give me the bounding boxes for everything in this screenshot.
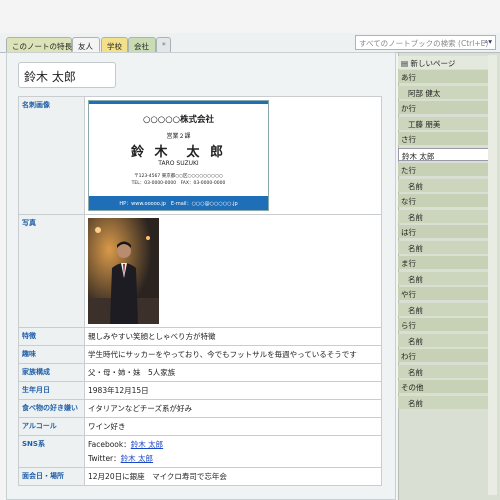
- row-value[interactable]: Facebook：鈴木 太郎 Twitter：鈴木 太郎: [84, 435, 382, 468]
- row-value[interactable]: 父・母・姉・妹 5人家族: [84, 363, 382, 382]
- table-row: 写真: [18, 214, 382, 328]
- business-card-image[interactable]: ○○○○○株式会社 営業２課 鈴 木 太 郎 TARO SUZUKI 〒123-…: [88, 100, 269, 211]
- tab-company[interactable]: 会社: [128, 37, 156, 52]
- contact-info-table: 名刺画像 ○○○○○株式会社 営業２課 鈴 木 太 郎 TARO SUZUKI …: [18, 96, 382, 486]
- card-footer: HP：www.ooooo.jp E-mail：○○○@○○○○○.jp: [89, 196, 268, 210]
- row-label: 面会日・場所: [18, 467, 85, 486]
- row-value: ○○○○○株式会社 営業２課 鈴 木 太 郎 TARO SUZUKI 〒123-…: [84, 96, 382, 215]
- page-item[interactable]: 名前: [398, 364, 497, 378]
- tab-label: 友人: [78, 42, 93, 51]
- row-label: 名刺画像: [18, 96, 85, 215]
- row-label: 特徴: [18, 327, 85, 346]
- twitter-prefix: Twitter：: [88, 454, 121, 463]
- page-item[interactable]: 名前: [398, 302, 497, 316]
- tab-notebook-features[interactable]: このノートの特長: [6, 37, 72, 52]
- page-group-item[interactable]: な行: [398, 194, 497, 207]
- tab-friends[interactable]: 友人: [72, 37, 100, 52]
- table-row: アルコール ワイン好き: [18, 417, 382, 436]
- table-row: 名刺画像 ○○○○○株式会社 営業２課 鈴 木 太 郎 TARO SUZUKI …: [18, 96, 382, 215]
- table-row: 特徴 親しみやすい笑顔としゃべり方が特徴: [18, 327, 382, 346]
- page-group-item[interactable]: や行: [398, 287, 497, 300]
- page-title[interactable]: 鈴木 太郎: [18, 62, 116, 88]
- table-row: 家族構成 父・母・姉・妹 5人家族: [18, 363, 382, 382]
- page-group-item[interactable]: さ行: [398, 132, 497, 145]
- row-value: [84, 214, 382, 328]
- page-group-item[interactable]: か行: [398, 101, 497, 114]
- page-group-item[interactable]: その他: [398, 380, 497, 393]
- card-address: 〒123-4567 東京都○○区○○○○○○○○○: [134, 174, 223, 179]
- card-company: ○○○○○株式会社: [142, 115, 215, 125]
- table-row: 食べ物の好き嫌い イタリアンなどチーズ系が好み: [18, 399, 382, 418]
- card-top-bar: [89, 101, 268, 104]
- search-placeholder: すべてのノートブックの検索 (Ctrl+E): [359, 39, 489, 48]
- tab-label: 会社: [134, 42, 149, 51]
- card-dept: 営業２課: [166, 133, 191, 140]
- page-item[interactable]: 名前: [398, 178, 497, 192]
- row-label: 写真: [18, 214, 85, 328]
- tab-school[interactable]: 学校: [101, 37, 128, 52]
- new-page-label: 新しいページ: [410, 59, 456, 68]
- row-value[interactable]: イタリアンなどチーズ系が好み: [84, 399, 382, 418]
- twitter-link[interactable]: 鈴木 太郎: [121, 454, 153, 463]
- row-label: 食べ物の好き嫌い: [18, 399, 85, 418]
- page-group-item[interactable]: は行: [398, 225, 497, 238]
- photo-illustration: [88, 218, 159, 324]
- facebook-line: Facebook：鈴木 太郎: [88, 439, 378, 450]
- row-label: SNS系: [18, 435, 85, 468]
- tab-label: 学校: [107, 42, 122, 51]
- facebook-link[interactable]: 鈴木 太郎: [131, 440, 163, 449]
- page-item[interactable]: 名前: [398, 209, 497, 223]
- row-label: 生年月日: [18, 381, 85, 400]
- table-row: SNS系 Facebook：鈴木 太郎 Twitter：鈴木 太郎: [18, 435, 382, 468]
- page-item[interactable]: 工藤 朋美: [398, 116, 497, 130]
- card-tel: TEL：03-0000-0000 FAX：03-0000-0000: [131, 180, 226, 186]
- page-group-item[interactable]: わ行: [398, 349, 497, 362]
- row-value[interactable]: 1983年12月15日: [84, 381, 382, 400]
- add-section-icon: *: [162, 41, 166, 50]
- search-input[interactable]: すべてのノートブックの検索 (Ctrl+E) ⌕▾: [355, 35, 496, 50]
- page-item[interactable]: 阿部 健太: [398, 85, 497, 99]
- table-row: 趣味 学生時代にサッカーをやっており、今でもフットサルを毎週やっているそうです: [18, 345, 382, 364]
- page-group-item[interactable]: た行: [398, 163, 497, 176]
- tab-label: このノートの特長: [12, 42, 72, 51]
- new-page-button[interactable]: ▤ 新しいページ: [398, 56, 497, 69]
- row-label: アルコール: [18, 417, 85, 436]
- page-item[interactable]: 名前: [398, 240, 497, 254]
- row-label: 趣味: [18, 345, 85, 364]
- page-item[interactable]: 名前: [398, 395, 497, 409]
- page-item[interactable]: 鈴木 太郎: [398, 147, 497, 161]
- tab-new-section[interactable]: *: [156, 37, 171, 52]
- card-address-block: 〒123-4567 東京都○○区○○○○○○○○○ TEL：03-0000-00…: [89, 174, 268, 188]
- search-icon[interactable]: ⌕▾: [484, 37, 492, 47]
- facebook-prefix: Facebook：: [88, 440, 131, 449]
- row-value[interactable]: ワイン好き: [84, 417, 382, 436]
- row-label: 家族構成: [18, 363, 85, 382]
- row-value[interactable]: 親しみやすい笑顔としゃべり方が特徴: [84, 327, 382, 346]
- person-photo[interactable]: [88, 218, 159, 324]
- onenote-window: このノートの特長 友人 学校 会社 * すべてのノートブックの検索 (Ctrl+…: [0, 0, 500, 500]
- row-value[interactable]: 学生時代にサッカーをやっており、今でもフットサルを毎週やっているそうです: [84, 345, 382, 364]
- page-group-item[interactable]: ま行: [398, 256, 497, 269]
- page-group-item[interactable]: あ行: [398, 70, 497, 83]
- twitter-line: Twitter：鈴木 太郎: [88, 453, 378, 464]
- page-item[interactable]: 名前: [398, 333, 497, 347]
- page-group-item[interactable]: ら行: [398, 318, 497, 331]
- page-list-scrollbar[interactable]: [488, 55, 497, 495]
- page-item[interactable]: 名前: [398, 271, 497, 285]
- card-name: 鈴 木 太 郎: [130, 145, 227, 160]
- card-romaji: TARO SUZUKI: [158, 160, 199, 167]
- table-row: 生年月日 1983年12月15日: [18, 381, 382, 400]
- page-title-text: 鈴木 太郎: [24, 70, 76, 84]
- row-value[interactable]: 12月20日に銀座 マイクロ寿司で忘年会: [84, 467, 382, 486]
- table-row: 面会日・場所 12月20日に銀座 マイクロ寿司で忘年会: [18, 467, 382, 486]
